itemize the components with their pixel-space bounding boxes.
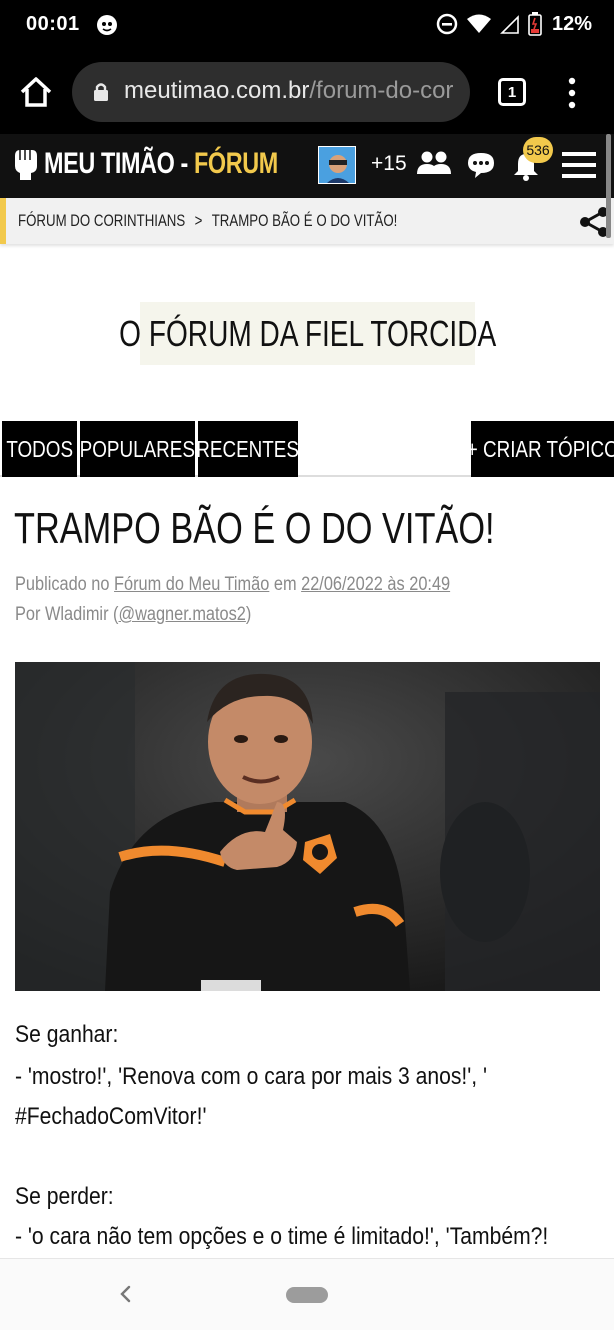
tab-populares[interactable]: POPULARES [80, 421, 195, 477]
published-prefix: Publicado no [15, 574, 115, 595]
home-gesture-pill[interactable] [286, 1287, 328, 1303]
online-users-count[interactable]: +15 [371, 152, 407, 176]
chat-icon[interactable] [467, 151, 495, 179]
date-prefix: em [269, 574, 302, 595]
system-navigation-bar [0, 1258, 614, 1330]
battery-icon [528, 12, 542, 36]
publish-date-link[interactable]: 22/06/2022 às 20:49 [301, 574, 450, 595]
body-line-1: Se ganhar: [15, 1021, 119, 1048]
logo-main: MEU TIMÃO - [44, 147, 195, 180]
avatar[interactable] [318, 146, 356, 184]
create-topic-label: + CRIAR TÓPICO [471, 435, 614, 462]
article-photo[interactable] [15, 662, 600, 991]
avatar-image [319, 147, 355, 183]
signal-icon [500, 15, 519, 34]
status-time: 00:01 [26, 13, 80, 35]
lock-icon [94, 83, 108, 101]
body-line-5: - 'o cara não tem opções e o time é limi… [15, 1223, 549, 1250]
do-not-disturb-icon [436, 13, 458, 35]
breadcrumb-item-forum[interactable]: FÓRUM DO CORINTHIANS [18, 211, 185, 230]
users-icon[interactable] [416, 150, 452, 178]
breadcrumb: FÓRUM DO CORINTHIANS > TRAMPO BÃO É O DO V… [0, 198, 614, 244]
more-options-icon[interactable] [560, 76, 584, 110]
tab-switcher-button[interactable]: 1 [498, 78, 526, 106]
tab-todos[interactable]: TODOS [2, 421, 77, 477]
wifi-icon [466, 14, 491, 33]
tab-todos-label: TODOS [6, 435, 73, 462]
home-icon[interactable] [18, 74, 54, 110]
fist-logo-icon[interactable] [10, 146, 40, 182]
article-author-line: Por Wladimir (@wagner.matos2) [15, 604, 251, 626]
hamburger-menu-icon[interactable] [562, 151, 596, 179]
tab-count: 1 [507, 83, 517, 101]
breadcrumb-trail: FÓRUM DO CORINTHIANS > TRAMPO BÃO É O DO V… [18, 211, 397, 231]
body-line-4: Se perder: [15, 1183, 114, 1210]
author-suffix: ) [245, 604, 252, 625]
create-topic-button[interactable]: + CRIAR TÓPICO [471, 421, 614, 477]
logo-forum: FÓRUM [194, 147, 278, 180]
url-path: /forum-do-cor [309, 77, 454, 104]
article-title: TRAMPO BÃO É O DO VITÃO! [14, 504, 495, 553]
url-domain: meutimao.com.br [124, 77, 310, 104]
battery-percent: 12% [551, 12, 592, 35]
status-bar: 00:01 12% [0, 0, 614, 52]
author-prefix: Por Wladimir ( [15, 604, 119, 625]
tab-recentes-label: RECENTES [198, 435, 298, 462]
url-bar[interactable]: meutimao.com.br/forum-do-cor [72, 62, 470, 122]
hero-title: O FÓRUM DA FIEL TORCIDA [118, 312, 497, 354]
body-line-2: - 'mostro!', 'Renova com o cara por mais… [15, 1063, 488, 1090]
browser-toolbar: meutimao.com.br/forum-do-cor 1 [0, 52, 614, 134]
back-icon[interactable] [116, 1279, 134, 1309]
site-logo[interactable]: MEU TIMÃO - FÓRUM [44, 147, 278, 181]
forum-hero-banner: O FÓRUM DA FIEL TORCIDA [119, 302, 496, 365]
author-handle-link[interactable]: @wagner.matos2 [118, 604, 245, 625]
article-published-line: Publicado no Fórum do Meu Timão em 22/06… [15, 574, 450, 596]
body-line-3: #FechadoComVitor!' [15, 1103, 207, 1130]
forum-link[interactable]: Fórum do Meu Timão [114, 574, 269, 595]
tab-populares-label: POPULARES [80, 435, 195, 462]
coach-photo-image [15, 662, 600, 991]
notifications-badge[interactable]: 536 [523, 137, 553, 163]
topic-tabs: TODOS POPULARES RECENTES + CRIAR TÓPICO [0, 421, 614, 477]
breadcrumb-separator: > [194, 211, 203, 230]
tab-recentes[interactable]: RECENTES [198, 421, 298, 477]
notification-icon [97, 15, 117, 35]
scrollbar[interactable] [606, 134, 611, 238]
url-text: meutimao.com.br/forum-do-cor [124, 77, 453, 105]
breadcrumb-item-topic[interactable]: TRAMPO BÃO É O DO VITÃO! [212, 211, 398, 230]
site-header: MEU TIMÃO - FÓRUM +15 [0, 134, 614, 198]
